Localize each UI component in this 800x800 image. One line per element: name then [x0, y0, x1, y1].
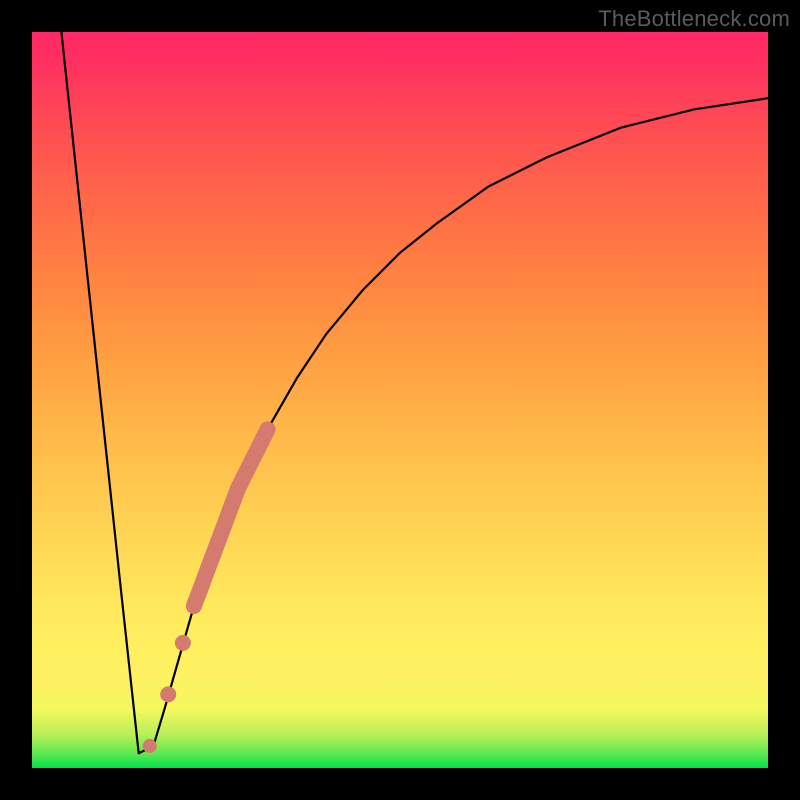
highlighted-dot-low [160, 686, 176, 702]
chart-frame: TheBottleneck.com [0, 0, 800, 800]
plot-area [32, 32, 768, 768]
highlighted-dot-bottom [143, 739, 157, 753]
highlighted-range [194, 429, 268, 606]
highlighted-dot-mid [175, 635, 191, 651]
watermark-text: TheBottleneck.com [598, 6, 790, 32]
chart-svg [32, 32, 768, 768]
bottleneck-curve [61, 32, 768, 753]
